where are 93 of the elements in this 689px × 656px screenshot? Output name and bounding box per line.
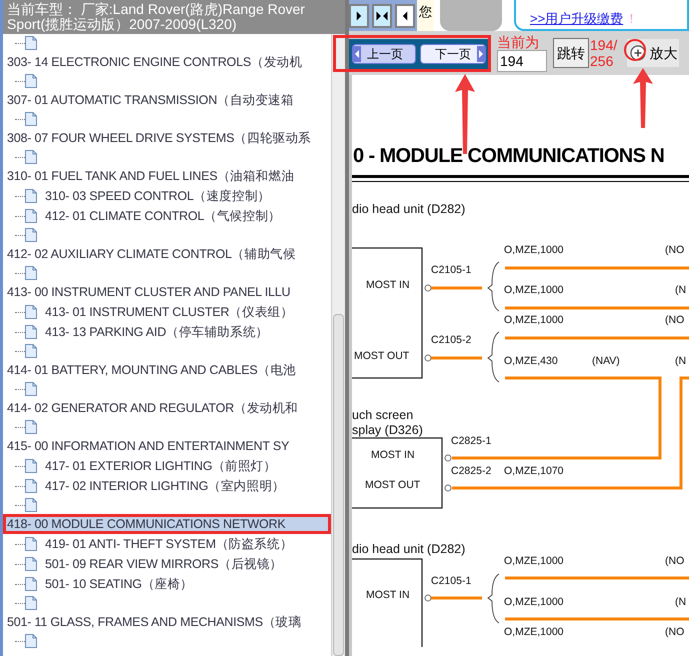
wire-note: (NO — [665, 244, 684, 256]
brace-icon — [488, 574, 500, 624]
zoom-in-button[interactable]: 放大 — [627, 39, 680, 67]
document-icon — [25, 325, 37, 339]
document-icon — [25, 305, 37, 319]
layout-button[interactable] — [395, 4, 415, 28]
page-count-text: 194/ — [590, 37, 618, 53]
document-icon — [25, 228, 37, 242]
document-icon — [25, 266, 37, 280]
document-icon — [25, 498, 37, 512]
connector-label: C2105-2 — [431, 334, 472, 346]
document-title: 0 - MODULE COMMUNICATIONS N — [352, 144, 666, 169]
wire-spec: O,MZE,1000 — [504, 284, 564, 296]
tree-item[interactable]: 419- 01 ANTI- THEFT SYSTEM（防盗系统） — [45, 534, 293, 554]
brace-icon — [488, 332, 500, 382]
layout-button[interactable] — [372, 4, 392, 28]
unit-caption: dio head unit (D282) — [352, 202, 466, 216]
pin-icon — [424, 354, 432, 362]
document-icon — [25, 537, 37, 551]
wire-note: (N — [675, 355, 686, 367]
tree-item[interactable]: 413- 01 INSTRUMENT CLUSTER（仪表组） — [45, 302, 294, 322]
wire-line — [431, 286, 482, 290]
pin-icon — [444, 484, 452, 492]
pin-label: MOST OUT — [354, 350, 410, 362]
document-icon — [25, 557, 37, 571]
pin-icon — [424, 284, 432, 292]
connector-label: C2825-2 — [451, 465, 492, 477]
pin-icon — [424, 594, 432, 602]
previous-page-button[interactable]: 上一页 — [352, 44, 416, 64]
document-icon — [25, 420, 37, 434]
connector-label: C2105-1 — [431, 575, 472, 587]
tree-item[interactable]: 413- 13 PARKING AID（停车辅助系统） — [45, 322, 268, 342]
tree-item[interactable]: 310- 03 SPEED CONTROL（速度控制） — [45, 186, 270, 206]
document-icon — [25, 112, 37, 126]
current-page-label: 当前为 — [497, 34, 540, 50]
wire-tag: (NAV) — [592, 355, 620, 367]
document-icon — [25, 596, 37, 610]
jump-button[interactable]: 跳转 — [553, 38, 589, 68]
pin-icon — [444, 454, 452, 462]
document-icon — [25, 382, 37, 396]
tree-item[interactable]: 417- 02 INTERIOR LIGHTING（室内照明） — [45, 476, 285, 496]
wire-note: (N — [675, 596, 686, 608]
page-count-text: 256 — [590, 53, 614, 69]
document-icon — [25, 209, 37, 223]
scrollbar-thumb[interactable] — [333, 314, 344, 656]
zoom-in-icon — [629, 44, 648, 62]
connector-label: C2825-1 — [451, 435, 492, 447]
wire-spec: O,MZE,1000 — [504, 626, 564, 638]
wire-note: (NO — [665, 626, 684, 638]
tree-item[interactable]: 501- 09 REAR VIEW MIRRORS（后视镜） — [45, 554, 283, 574]
wire-spec: O,MZE,430 — [504, 355, 558, 367]
layout-button[interactable] — [349, 4, 369, 28]
wire-spec: O,MZE,1000 — [504, 314, 564, 326]
tree-item[interactable]: 417- 01 EXTERIOR LIGHTING（前照灯） — [45, 456, 276, 476]
connector-label: C2105-1 — [431, 264, 472, 276]
document-icon — [25, 150, 37, 164]
document-icon — [25, 577, 37, 591]
annotation-arrow — [633, 68, 653, 128]
exclamation-mark: ！ — [625, 10, 638, 28]
wire-note: (N — [675, 284, 686, 296]
wire-note: (NO — [665, 314, 684, 326]
document-icon — [25, 189, 37, 203]
wire-spec: O,MZE,1000 — [504, 244, 564, 256]
wire-spec: O,MZE,1000 — [504, 555, 564, 567]
unit-caption: dio head unit (D282) — [352, 542, 466, 556]
document-icon — [25, 344, 37, 358]
scrollbar[interactable] — [331, 34, 345, 656]
wire-line — [431, 356, 482, 360]
document-icon — [25, 459, 37, 473]
unit-caption: uch screen — [352, 408, 414, 422]
page-number-field[interactable]: 194 — [497, 50, 547, 72]
wire-spec: O,MZE,1000 — [504, 596, 564, 608]
pin-label: MOST IN — [366, 279, 410, 291]
document-icon — [25, 479, 37, 493]
next-page-button[interactable]: 下一页 — [420, 44, 486, 64]
document-icon — [25, 36, 37, 50]
greeting-text: 您 — [417, 0, 434, 31]
wire-note: (NO — [665, 555, 684, 567]
document-icon — [25, 74, 37, 88]
tree-item[interactable]: 418- 00 MODULE COMMUNICATIONS NETWORK — [3, 514, 331, 534]
unit-caption: splay (D326) — [352, 423, 423, 437]
pin-label: MOST IN — [366, 589, 410, 601]
wire-line — [431, 596, 482, 600]
upgrade-link[interactable]: >>用户升级缴费 — [530, 8, 624, 28]
vehicle-header: 当前车型： 厂家:Land Rover(路虎)Range Rover Sport(揽胜运动版）2007-2009(L320) — [3, 0, 345, 34]
document-icon — [25, 634, 37, 648]
pin-label: MOST IN — [371, 449, 415, 461]
tree-item[interactable]: 412- 01 CLIMATE CONTROL（气候控制） — [45, 206, 281, 226]
pin-label: MOST OUT — [365, 479, 420, 491]
tree-item[interactable]: 501- 10 SEATING（座椅） — [45, 574, 194, 594]
brace-icon — [488, 262, 500, 312]
wire-spec: O,MZE,1070 — [504, 465, 564, 477]
cartoon-placeholder — [440, 0, 502, 31]
